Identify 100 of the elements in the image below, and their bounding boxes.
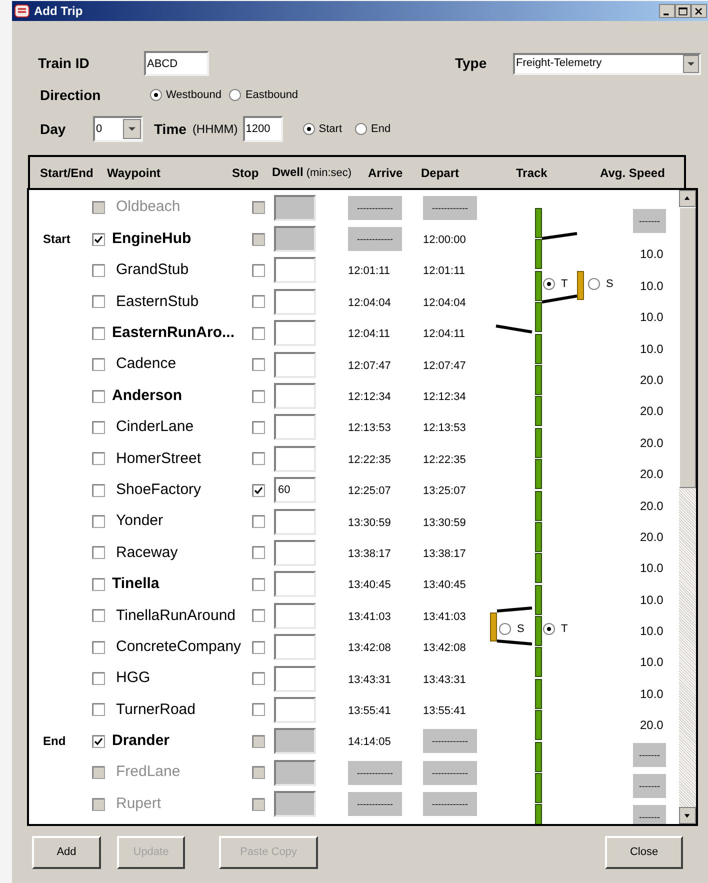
dwell-field[interactable] [274,666,316,692]
stop-checkbox[interactable] [252,358,265,372]
stop-checkbox[interactable] [252,484,265,497]
dwell-field[interactable] [274,352,316,378]
waypoint-checkbox[interactable] [92,326,105,340]
close-button[interactable]: Close [605,836,683,869]
dwell-field[interactable] [274,602,316,629]
waypoint-checkbox[interactable] [92,201,105,214]
radio-button[interactable] [543,623,555,636]
scroll-thumb[interactable] [679,207,696,488]
dwell-field[interactable] [274,320,316,346]
time-value: 12:01:11 [423,265,466,278]
time-value: 13:38:17 [423,548,466,560]
stop-checkbox[interactable] [252,390,265,403]
dwell-field[interactable] [274,508,316,535]
maximize-button[interactable] [675,4,691,18]
radio-button[interactable] [499,623,511,636]
stop-checkbox[interactable] [252,420,265,434]
waypoint-name: EasternRunAro... [112,323,235,343]
time-field[interactable]: 1200 [242,116,283,142]
radio-label[interactable]: T [561,621,568,638]
radio-button[interactable] [150,89,162,101]
dwell-field[interactable] [274,446,316,472]
stop-checkbox[interactable] [252,232,265,246]
waypoint-checkbox[interactable] [92,640,105,654]
waypoint-name: Oldbeach [116,197,180,218]
waypoint-checkbox[interactable] [92,672,105,686]
type-dropdown[interactable]: Freight-Telemetry [513,52,701,74]
stop-checkbox[interactable] [252,672,265,686]
radio-button[interactable] [229,89,242,101]
waypoint-checkbox[interactable] [92,390,105,403]
time-value: 12:22:35 [423,454,466,466]
waypoint-checkbox[interactable] [92,578,105,591]
dwell-field[interactable] [274,288,316,315]
waypoint-checkbox[interactable] [92,484,105,497]
close-button[interactable] [691,4,707,18]
waypoint-name: Rupert [116,794,162,814]
dwell-field[interactable]: 60 [274,477,316,504]
stop-checkbox[interactable] [252,734,265,748]
stop-checkbox[interactable] [252,766,265,780]
dwell-field[interactable] [274,634,316,660]
waypoint-name: EngineHub [112,228,192,249]
stop-checkbox[interactable] [252,703,265,716]
radio-button[interactable] [588,278,600,290]
waypoint-checkbox[interactable] [92,798,105,811]
minimize-button[interactable] [659,4,675,18]
dwell-field[interactable] [274,383,316,410]
radio-label[interactable]: Start [318,120,342,138]
speed-value: 20.0 [640,528,664,546]
radio-label[interactable]: S [517,621,524,638]
stop-checkbox[interactable] [252,798,265,811]
radio-label[interactable]: Westbound [166,86,222,104]
time-value: 13:43:31 [348,674,391,686]
waypoint-checkbox[interactable] [92,295,105,308]
time-value: 12:13:53 [423,422,466,434]
radio-button[interactable] [302,123,315,135]
stop-checkbox[interactable] [252,201,265,214]
scroll-up-button[interactable] [679,190,696,207]
time-value: 13:38:17 [348,548,391,560]
waypoint-checkbox[interactable] [92,546,105,560]
waypoint-name: TurnerRoad [116,700,196,720]
stop-checkbox[interactable] [252,609,265,622]
speed-value: 20.0 [640,372,664,389]
waypoint-checkbox[interactable] [92,609,105,622]
dwell-field[interactable] [274,571,316,598]
waypoint-checkbox[interactable] [92,452,105,466]
stop-checkbox[interactable] [252,546,265,560]
radio-label[interactable]: End [371,120,391,138]
waypoint-checkbox[interactable] [92,420,105,434]
radio-label[interactable]: T [561,276,568,292]
dwell-field[interactable] [274,414,316,440]
scrollbar[interactable] [679,190,696,824]
waypoint-checkbox[interactable] [92,734,105,748]
waypoint-checkbox[interactable] [92,703,105,716]
train-id-field[interactable]: ABCD [144,51,209,76]
waypoint-checkbox[interactable] [92,358,105,372]
dwell-field[interactable] [274,257,316,284]
waypoint-checkbox[interactable] [92,264,105,277]
radio-label[interactable]: S [606,276,614,292]
waypoint-checkbox[interactable] [92,766,105,780]
dwell-field[interactable] [274,540,316,566]
stop-checkbox[interactable] [252,452,265,466]
radio-label[interactable]: Eastbound [245,86,298,104]
waypoint-name: Cadence [116,354,176,374]
scroll-down-button[interactable] [679,807,696,824]
radio-button[interactable] [543,278,555,290]
stop-checkbox[interactable] [252,295,265,308]
waypoint-checkbox[interactable] [92,232,105,246]
dwell-field[interactable] [274,696,316,723]
add-button[interactable]: Add [32,836,101,869]
stop-checkbox[interactable] [252,578,265,591]
waypoint-name: ConcreteCompany [116,636,242,657]
stop-checkbox[interactable] [252,640,265,654]
stop-checkbox[interactable] [252,326,265,340]
waypoint-checkbox[interactable] [92,515,105,528]
stop-checkbox[interactable] [252,515,265,528]
stop-checkbox[interactable] [252,264,265,277]
time-value: 13:41:03 [423,610,466,623]
radio-button[interactable] [355,123,367,135]
day-dropdown[interactable]: 0 [93,116,143,142]
